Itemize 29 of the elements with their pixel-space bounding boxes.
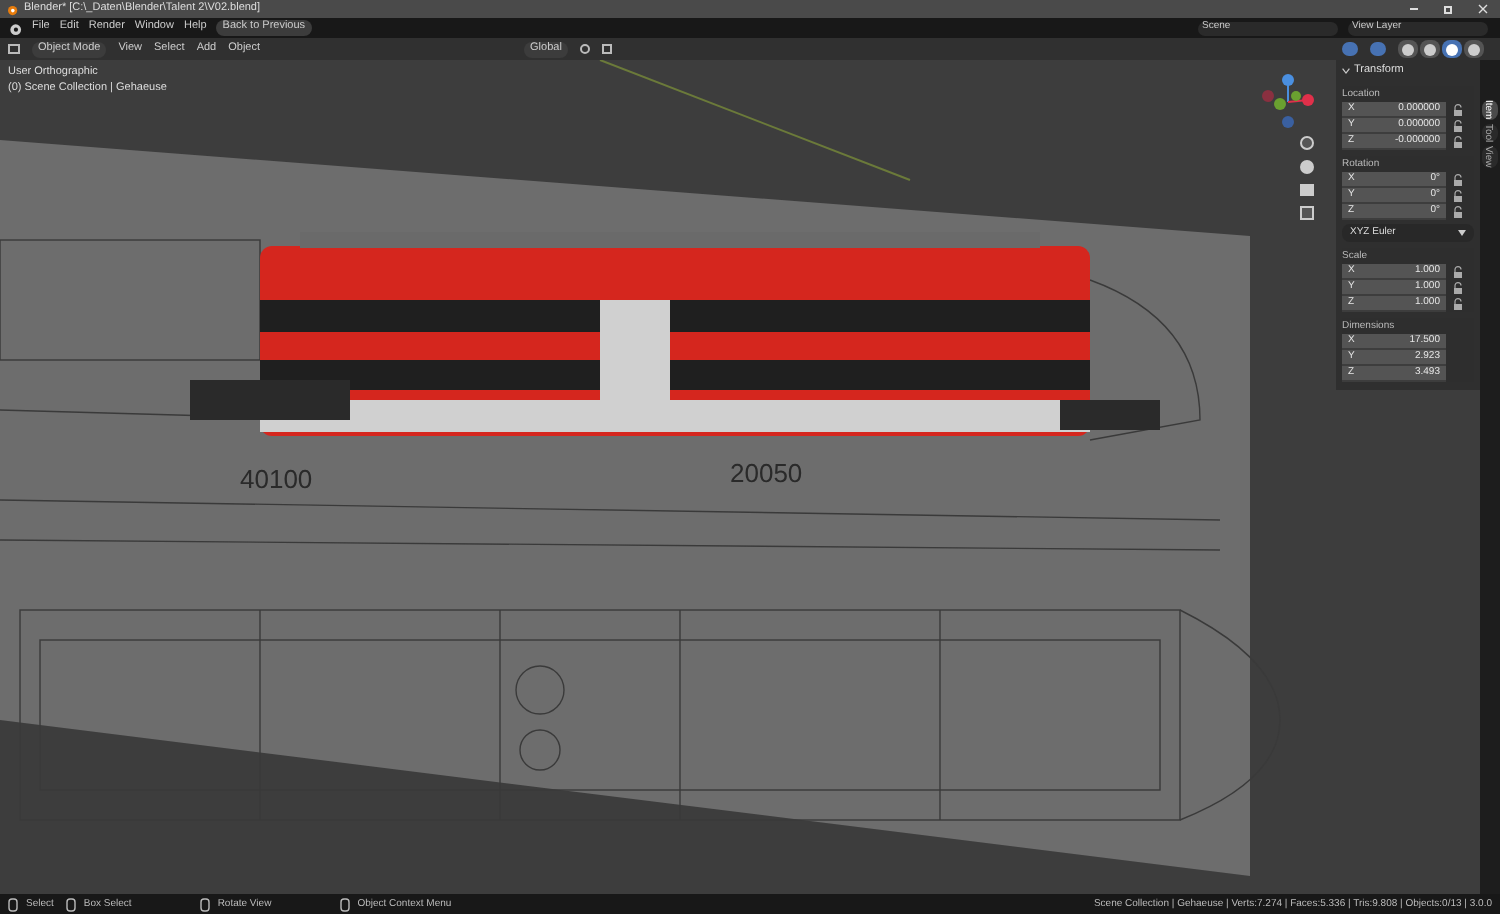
lock-icon[interactable] [1452, 104, 1464, 116]
lock-icon[interactable] [1452, 298, 1464, 310]
shading-mode-button[interactable] [1398, 40, 1418, 58]
lock-icon[interactable] [1452, 174, 1464, 186]
shading-mode-button[interactable] [1420, 40, 1440, 58]
mouse-icon [199, 897, 210, 911]
pivot-icon[interactable] [579, 44, 590, 54]
mouse-icon [8, 897, 18, 911]
close-icon[interactable] [1478, 4, 1488, 14]
snap-icon[interactable] [601, 44, 612, 54]
mouse-icon [65, 897, 76, 911]
dimension-label: 20050 [730, 456, 803, 492]
lock-icon[interactable] [1452, 120, 1464, 132]
mouse-icon [339, 897, 350, 911]
shading-mode-button[interactable] [1464, 40, 1484, 58]
shading-mode-button[interactable] [1442, 40, 1462, 58]
zoom-icon[interactable] [1300, 136, 1314, 150]
lock-icon[interactable] [1452, 266, 1464, 278]
dimension-label: 40100 [240, 462, 313, 498]
editor-type-icon[interactable] [8, 44, 20, 54]
grid-icon[interactable] [1300, 206, 1314, 220]
lock-icon[interactable] [1452, 206, 1464, 218]
maximize-icon[interactable] [1444, 5, 1452, 13]
caret-icon [1458, 230, 1466, 236]
lock-icon[interactable] [1452, 190, 1464, 202]
lock-icon[interactable] [1452, 282, 1464, 294]
lock-icon[interactable] [1452, 136, 1464, 148]
axis-gizmo-icon[interactable] [1260, 72, 1316, 132]
chevron-icon[interactable] [1342, 67, 1350, 73]
